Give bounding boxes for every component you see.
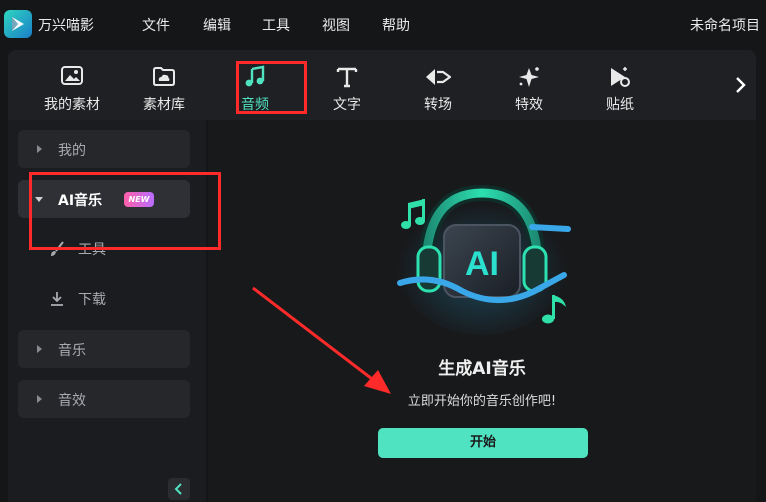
tab-effects[interactable]: 特效 <box>489 50 569 120</box>
category-sound-effects[interactable]: 音效 <box>18 380 190 418</box>
menu-help[interactable]: 帮助 <box>382 15 410 35</box>
tab-stickers[interactable]: 贴纸 <box>580 50 660 120</box>
chevron-left-icon <box>174 483 182 495</box>
cloud-folder-icon <box>153 67 175 86</box>
content-title: 生成AI音乐 <box>438 359 526 379</box>
category-mine[interactable]: 我的 <box>18 130 190 168</box>
chevron-right-icon[interactable] <box>734 74 748 96</box>
sidebar-item-download-label: 下载 <box>78 292 106 308</box>
menu-tools[interactable]: 工具 <box>262 15 290 35</box>
caret-right-icon <box>37 145 42 153</box>
text-icon <box>336 67 358 88</box>
caret-right-icon <box>37 395 42 403</box>
title-bar: 万兴喵影 文件 编辑 工具 视图 帮助 未命名项目 <box>0 0 766 50</box>
category-mine-label: 我的 <box>58 143 86 159</box>
menu-file[interactable]: 文件 <box>142 15 170 35</box>
tab-my-media-label: 我的素材 <box>44 97 100 113</box>
tab-my-media[interactable]: 我的素材 <box>32 50 112 120</box>
tab-transitions[interactable]: 转场 <box>398 50 478 120</box>
tab-stickers-label: 贴纸 <box>606 97 634 113</box>
ai-headphones-icon: AI <box>397 184 571 335</box>
image-icon <box>61 66 83 85</box>
content-subtitle: 立即开始你的音乐创作吧! <box>407 394 557 409</box>
annotation-box-ai-music <box>29 172 221 250</box>
app-logo-icon <box>4 10 32 38</box>
tab-transitions-label: 转场 <box>424 97 452 113</box>
caret-right-icon <box>37 345 42 353</box>
project-name[interactable]: 未命名项目 <box>690 15 760 35</box>
tab-stock-library[interactable]: 素材库 <box>124 50 204 120</box>
category-music-label: 音乐 <box>58 343 86 359</box>
media-panel: 我的素材 素材库 音频 文字 转场 特效 贴纸 我的 AI音乐 NEW 工具 下… <box>8 50 756 502</box>
asset-toolbar: 我的素材 素材库 音频 文字 转场 特效 贴纸 <box>8 50 756 120</box>
ai-music-content: AI 生成AI音乐 立即开始你的音乐创作吧! 开始 <box>208 120 756 502</box>
start-button[interactable]: 开始 <box>378 428 588 458</box>
tab-effects-label: 特效 <box>515 97 543 113</box>
download-icon <box>51 292 63 306</box>
category-music[interactable]: 音乐 <box>18 330 190 368</box>
ai-chip-label: AI <box>465 245 499 283</box>
menu-view[interactable]: 视图 <box>322 15 350 35</box>
app-name: 万兴喵影 <box>38 18 94 34</box>
category-sound-effects-label: 音效 <box>58 393 86 409</box>
tab-stock-library-label: 素材库 <box>143 97 185 113</box>
annotation-box-audio-tab <box>236 61 307 114</box>
tab-text-label: 文字 <box>333 97 361 113</box>
menu-edit[interactable]: 编辑 <box>203 15 231 35</box>
transition-icon <box>426 69 452 85</box>
sticker-icon <box>611 67 630 87</box>
tab-text[interactable]: 文字 <box>307 50 387 120</box>
collapse-sidebar-button[interactable] <box>168 478 190 500</box>
sparkle-icon <box>519 67 539 87</box>
